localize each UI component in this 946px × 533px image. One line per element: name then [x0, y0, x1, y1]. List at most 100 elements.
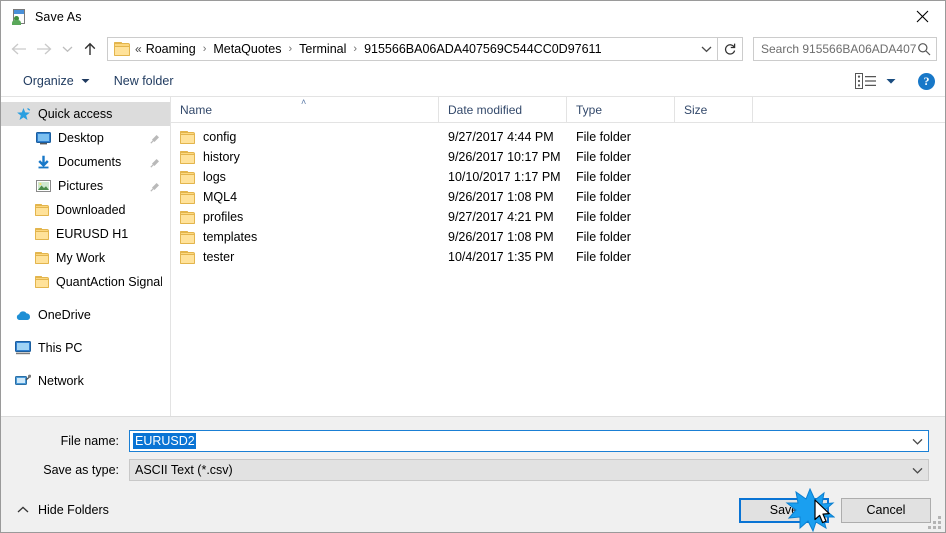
view-mode-control[interactable]	[855, 73, 896, 89]
sidebar-item-label: This PC	[38, 341, 83, 355]
file-name-value: EURUSD2	[133, 433, 196, 449]
sidebar-item-quick-access[interactable]: Quick access	[1, 102, 170, 126]
save-as-type-select[interactable]: ASCII Text (*.csv)	[129, 459, 929, 481]
resize-grip-icon[interactable]	[928, 516, 941, 529]
sidebar-item-network[interactable]: Network	[1, 369, 170, 393]
file-date: 10/10/2017 1:17 PM	[448, 170, 561, 184]
file-name: history	[203, 150, 240, 164]
sidebar-item-onedrive[interactable]: OneDrive	[1, 303, 170, 327]
table-row[interactable]: templates 9/26/2017 1:08 PM File folder	[171, 227, 945, 247]
quick-access-star-icon	[15, 106, 31, 122]
chevron-down-icon[interactable]	[906, 438, 928, 445]
folder-icon	[35, 276, 49, 288]
help-icon[interactable]: ?	[918, 72, 935, 90]
column-header-name[interactable]: Name ˄	[171, 96, 439, 123]
sidebar-item-pictures[interactable]: Pictures	[1, 174, 170, 198]
address-dropdown-chevron-icon[interactable]	[695, 38, 717, 60]
sidebar-item-label: EURUSD H1	[56, 227, 129, 241]
file-name: templates	[203, 230, 258, 244]
table-row[interactable]: MQL4 9/26/2017 1:08 PM File folder	[171, 187, 945, 207]
hide-folders-button[interactable]: Hide Folders	[17, 503, 109, 517]
table-row[interactable]: profiles 9/27/2017 4:21 PM File folder	[171, 207, 945, 227]
save-as-type-value: ASCII Text (*.csv)	[135, 463, 233, 477]
table-row[interactable]: history 9/26/2017 10:17 PM File folder	[171, 147, 945, 167]
file-type: File folder	[576, 210, 631, 224]
folder-icon	[180, 230, 195, 244]
save-as-type-label: Save as type:	[43, 463, 119, 477]
chevron-down-icon[interactable]	[906, 467, 928, 474]
breadcrumb-item-instance-id[interactable]: 915566BA06ADA407569C544CC0D97611	[363, 42, 602, 56]
sidebar-item-label: Downloaded	[56, 203, 126, 217]
sidebar-item-downloaded[interactable]: Downloaded	[1, 198, 170, 222]
breadcrumb-item-metaquotes[interactable]: MetaQuotes	[212, 42, 282, 56]
sort-ascending-caret-icon: ˄	[301, 96, 307, 107]
new-folder-label: New folder	[113, 74, 174, 88]
search-input[interactable]: Search 915566BA06ADA40756...	[753, 37, 937, 61]
onedrive-cloud-icon	[15, 307, 31, 323]
table-row[interactable]: config 9/27/2017 4:44 PM File folder	[171, 127, 945, 147]
column-header-filler	[753, 97, 945, 123]
desktop-icon	[35, 130, 51, 146]
sidebar-item-quantaction-signal[interactable]: QuantAction Signal	[1, 270, 170, 294]
cancel-button[interactable]: Cancel	[841, 497, 931, 523]
sidebar-item-desktop[interactable]: Desktop	[1, 126, 170, 150]
file-name: logs	[203, 170, 226, 184]
chevron-down-icon	[81, 79, 90, 83]
save-button[interactable]: Save	[739, 497, 829, 523]
back-arrow-icon[interactable]	[5, 36, 31, 62]
file-date: 9/27/2017 4:44 PM	[448, 130, 554, 144]
file-type: File folder	[576, 150, 631, 164]
file-date: 9/26/2017 10:17 PM	[448, 150, 561, 164]
address-bar[interactable]: « Roaming › MetaQuotes › Terminal › 9155…	[107, 37, 718, 61]
table-row[interactable]: tester 10/4/2017 1:35 PM File folder	[171, 247, 945, 267]
cancel-label: Cancel	[866, 503, 906, 517]
file-date: 9/26/2017 1:08 PM	[448, 230, 554, 244]
sidebar-item-my-work[interactable]: My Work	[1, 246, 170, 270]
save-form: File name: EURUSD2 Save as type: ASCII T…	[1, 416, 945, 488]
file-type: File folder	[576, 130, 631, 144]
sidebar-item-documents[interactable]: Documents	[1, 150, 170, 174]
forward-arrow-icon[interactable]	[31, 36, 57, 62]
up-arrow-icon[interactable]	[77, 36, 103, 62]
file-name-row: File name: EURUSD2	[17, 430, 929, 452]
file-name: MQL4	[203, 190, 238, 204]
close-icon[interactable]	[899, 1, 945, 32]
column-header-date-modified[interactable]: Date modified	[439, 96, 567, 123]
file-rows: config 9/27/2017 4:44 PM File folder his…	[171, 123, 945, 416]
sidebar-item-this-pc[interactable]: This PC	[1, 336, 170, 360]
sidebar-item-label: Network	[38, 374, 84, 388]
file-type: File folder	[576, 170, 631, 184]
file-date: 9/27/2017 4:21 PM	[448, 210, 554, 224]
column-header-size[interactable]: Size	[675, 96, 753, 123]
sidebar-item-label: Desktop	[58, 131, 104, 145]
organize-button[interactable]: Organize	[17, 71, 96, 91]
file-type: File folder	[576, 230, 631, 244]
sidebar-item-label: Pictures	[58, 179, 104, 193]
file-date: 9/26/2017 1:08 PM	[448, 190, 554, 204]
pin-icon[interactable]	[148, 157, 162, 168]
sidebar-item-eurusd-h1[interactable]: EURUSD H1	[1, 222, 170, 246]
file-name: profiles	[203, 210, 244, 224]
folder-icon	[180, 190, 195, 204]
column-header-type[interactable]: Type	[567, 96, 675, 123]
file-type: File folder	[576, 190, 631, 204]
breadcrumb-item-terminal[interactable]: Terminal	[298, 42, 347, 56]
table-row[interactable]: logs 10/10/2017 1:17 PM File folder	[171, 167, 945, 187]
pictures-icon	[35, 178, 51, 194]
sidebar-item-label: Documents	[58, 155, 122, 169]
refresh-icon[interactable]	[718, 37, 743, 61]
breadcrumb-overflow[interactable]: «	[135, 42, 145, 56]
chevron-down-icon	[886, 78, 896, 84]
folder-icon	[114, 42, 130, 56]
pin-icon[interactable]	[148, 181, 162, 192]
file-name-input[interactable]: EURUSD2	[129, 430, 929, 452]
recent-locations-chevron-icon[interactable]	[57, 36, 77, 62]
breadcrumb-item-roaming[interactable]: Roaming	[145, 42, 197, 56]
hide-folders-label: Hide Folders	[38, 503, 109, 517]
sidebar-item-label: QuantAction Signal	[56, 275, 162, 289]
this-pc-icon	[15, 340, 31, 356]
navigation-bar: « Roaming › MetaQuotes › Terminal › 9155…	[1, 32, 945, 66]
new-folder-button[interactable]: New folder	[108, 71, 180, 91]
pin-icon[interactable]	[148, 133, 162, 144]
